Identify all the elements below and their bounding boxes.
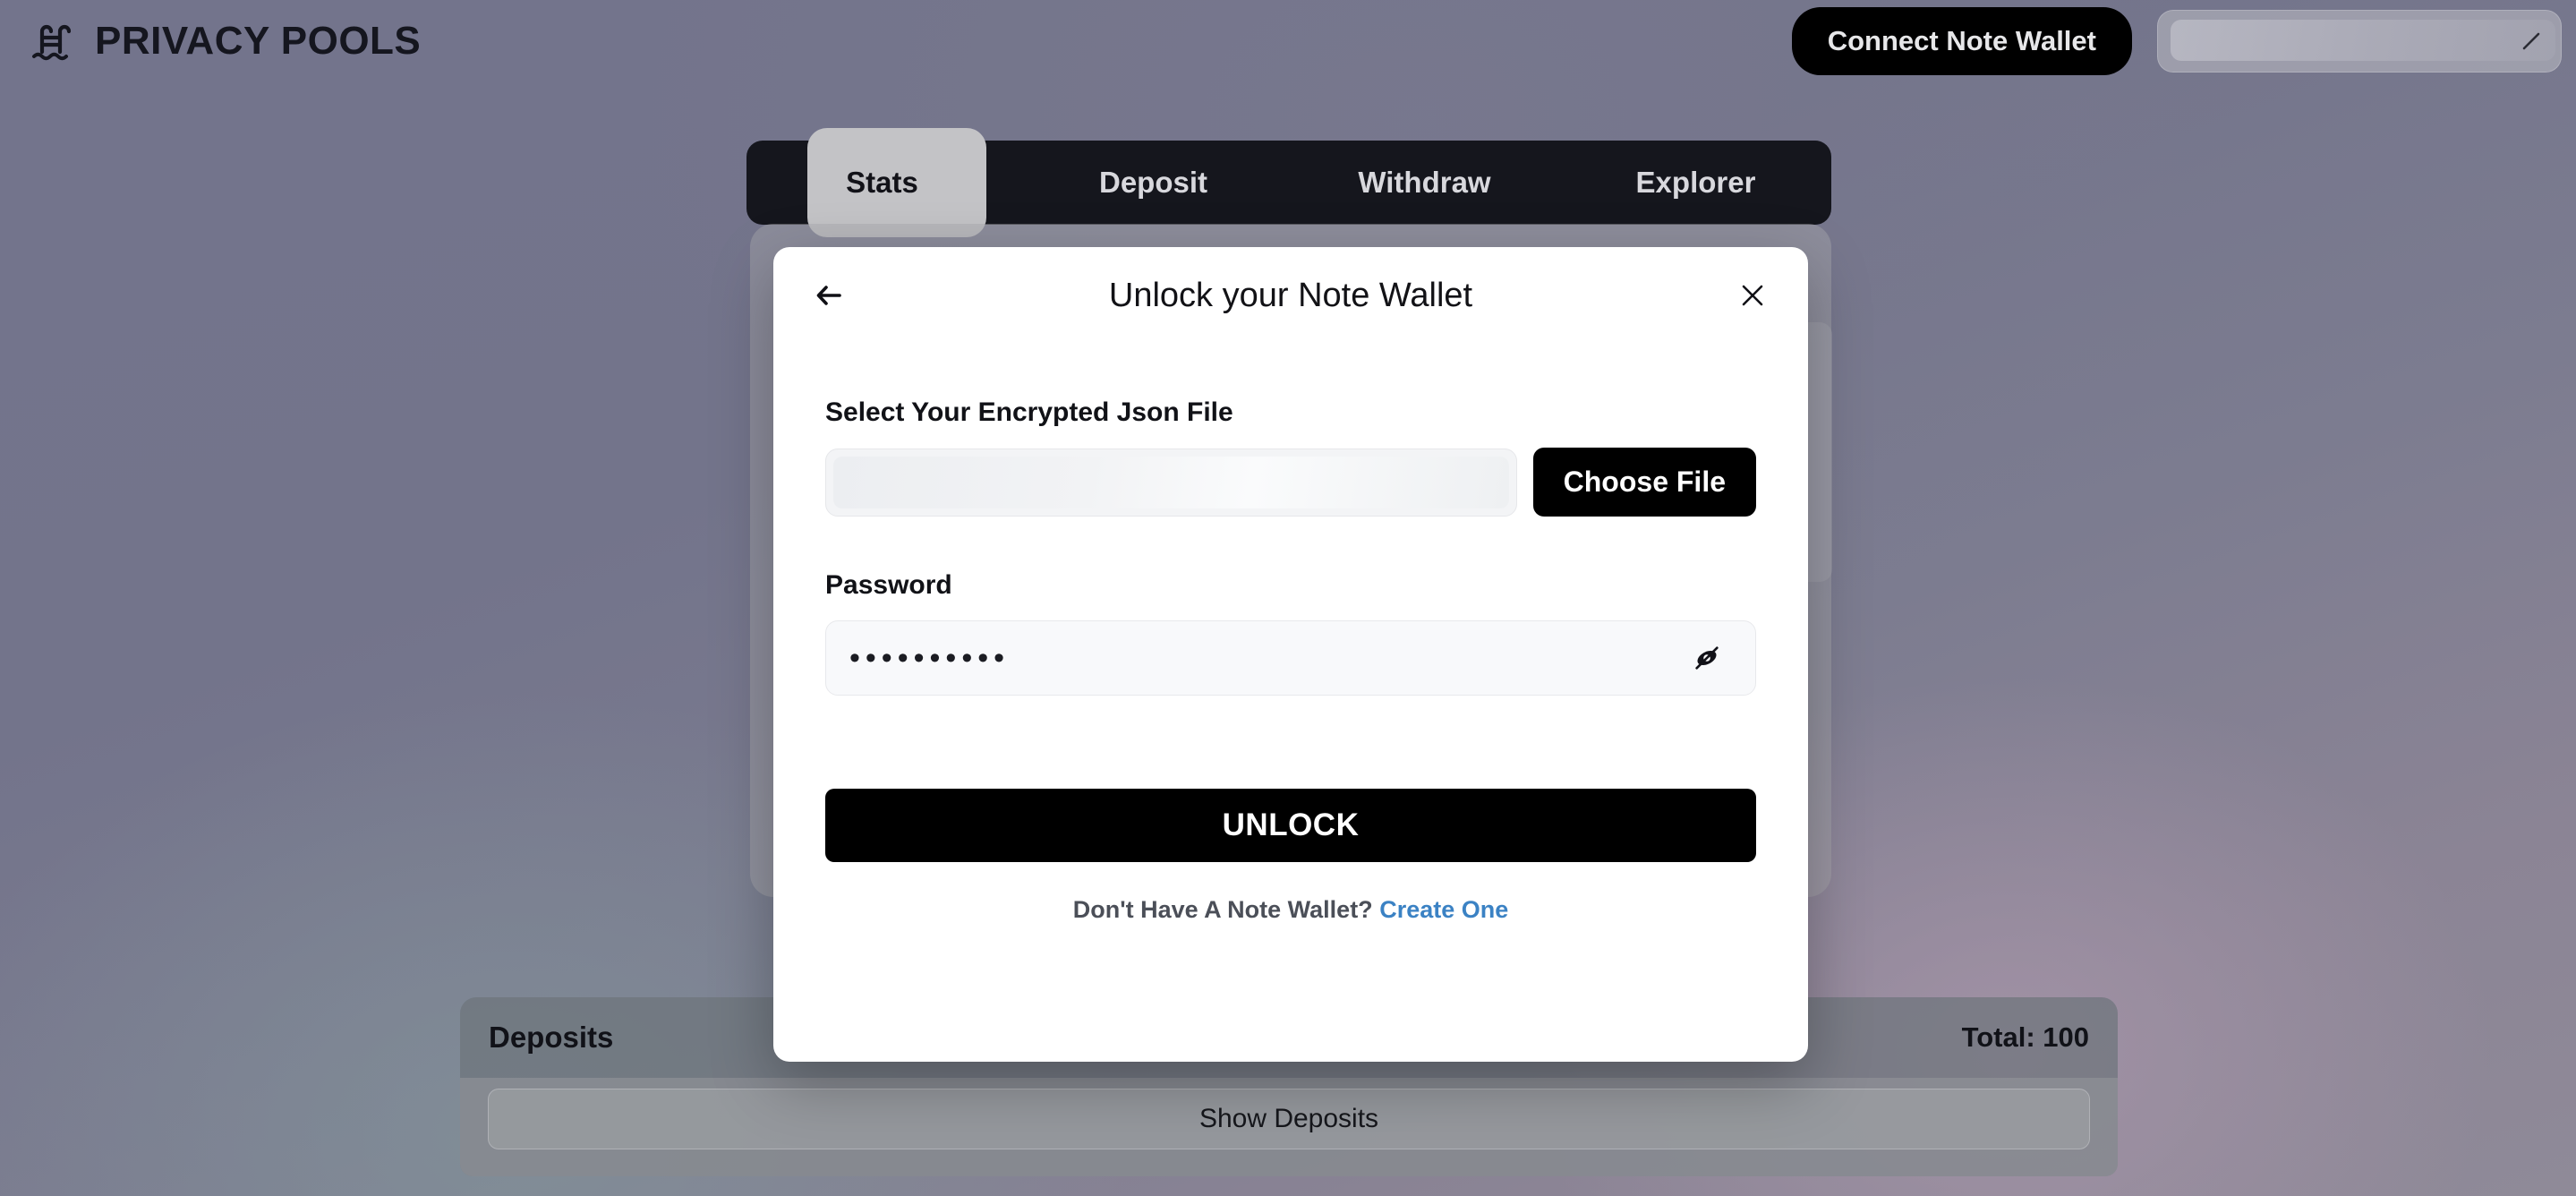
file-field-label: Select Your Encrypted Json File (825, 397, 1233, 427)
top-bar-actions: Connect Note Wallet (1791, 0, 2576, 82)
encrypted-json-file-input[interactable] (825, 448, 1517, 517)
deposits-total: Total: 100 (1961, 1021, 2089, 1053)
choose-file-button[interactable]: Choose File (1532, 448, 1756, 517)
create-one-link[interactable]: Create One (1379, 896, 1508, 923)
tab-deposit[interactable]: Deposit (1018, 141, 1289, 225)
password-input[interactable]: •••••••••• (826, 643, 1010, 673)
deposits-title: Deposits (489, 1021, 614, 1054)
unlock-note-wallet-modal: Unlock your Note Wallet Select Your Encr… (773, 247, 1808, 1062)
unlock-button[interactable]: UNLOCK (825, 789, 1756, 862)
pool-ladder-icon (30, 20, 75, 63)
connect-note-wallet-button[interactable]: Connect Note Wallet (1791, 7, 2132, 75)
modal-header: Unlock your Note Wallet (773, 247, 1808, 344)
file-input-row: Choose File (825, 448, 1756, 517)
top-bar: PRIVACY POOLS Connect Note Wallet (0, 0, 2576, 82)
edit-pencil-icon[interactable] (2521, 31, 2541, 51)
tab-explorer[interactable]: Explorer (1560, 141, 1831, 225)
wallet-pill-skeleton (2171, 20, 2555, 61)
arrow-left-icon[interactable] (807, 274, 850, 317)
close-x-icon[interactable] (1731, 274, 1774, 317)
modal-footer-text: Don't Have A Note Wallet? (1072, 896, 1373, 923)
modal-title: Unlock your Note Wallet (1108, 276, 1473, 314)
password-field-label: Password (825, 570, 952, 600)
show-deposits-button[interactable]: Show Deposits (488, 1089, 2090, 1149)
tab-stats[interactable]: Stats (746, 141, 1018, 225)
password-input-wrapper[interactable]: •••••••••• (825, 620, 1756, 696)
page-title: PRIVACY POOLS (95, 19, 422, 63)
file-input-skeleton (833, 456, 1509, 508)
tab-withdraw[interactable]: Withdraw (1289, 141, 1560, 225)
modal-footer: Don't Have A Note Wallet? Create One (825, 896, 1756, 924)
eye-off-icon[interactable] (1691, 642, 1723, 674)
deposits-card-body: Show Deposits (460, 1078, 2118, 1176)
main-tab-bar: Stats Deposit Withdraw Explorer (746, 128, 1831, 237)
modal-body: Select Your Encrypted Json File Choose F… (773, 397, 1808, 924)
brand: PRIVACY POOLS (30, 19, 421, 64)
wallet-connect-pill[interactable] (2157, 10, 2562, 73)
